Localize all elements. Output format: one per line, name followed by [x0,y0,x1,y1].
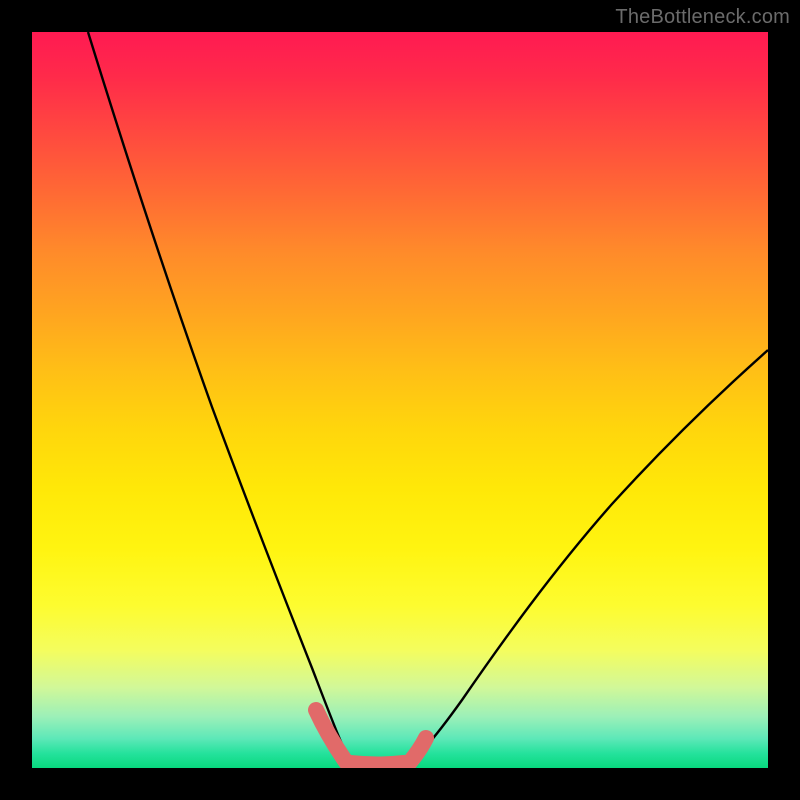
pink-segment-right [410,738,426,762]
curve-left [88,32,352,764]
watermark-text: TheBottleneck.com [615,6,790,29]
plot-area [32,32,768,768]
curve-right [404,350,768,764]
pink-segment-bottom [350,763,404,765]
curve-overlay [32,32,768,768]
outer-frame: TheBottleneck.com [0,0,800,800]
